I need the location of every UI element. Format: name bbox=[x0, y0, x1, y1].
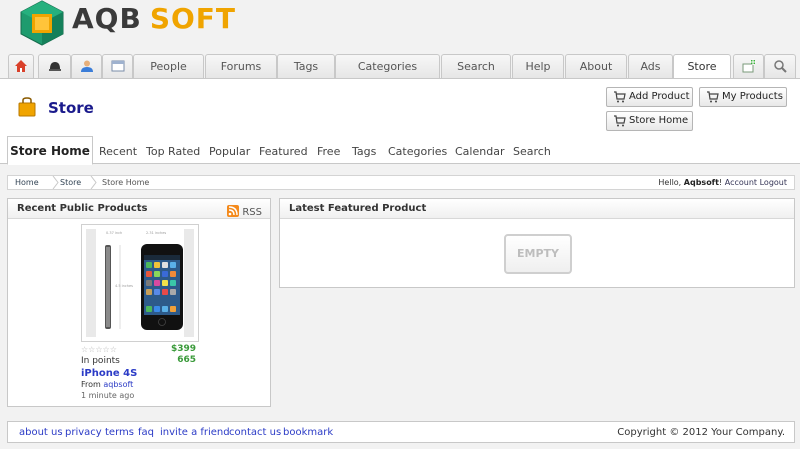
subtab-recent[interactable]: Recent bbox=[99, 145, 137, 158]
featured-product-title: Latest Featured Product bbox=[289, 203, 427, 214]
subtab-free[interactable]: Free bbox=[317, 145, 340, 158]
account-link[interactable]: Account bbox=[725, 178, 757, 187]
helmet-icon bbox=[48, 62, 61, 71]
my-products-button[interactable]: My Products bbox=[699, 87, 787, 107]
tab-ads[interactable]: Ads bbox=[628, 54, 673, 78]
window-icon bbox=[111, 60, 124, 72]
footer-link-about-us[interactable]: about us bbox=[19, 427, 63, 438]
cart-icon bbox=[707, 91, 719, 103]
cart-icon bbox=[614, 115, 626, 127]
chevron-right-icon bbox=[52, 176, 59, 189]
tab-search[interactable]: Search bbox=[441, 54, 511, 78]
hello-prefix: Hello, bbox=[658, 178, 682, 187]
copyright: Copyright © 2012 Your Company. bbox=[617, 427, 785, 438]
rss-link[interactable]: RSS bbox=[227, 203, 262, 223]
page-title: Store bbox=[48, 99, 94, 117]
subtab-calendar[interactable]: Calendar bbox=[455, 145, 504, 158]
tab-store[interactable]: Store bbox=[673, 54, 731, 79]
product-price: $399 bbox=[170, 344, 196, 354]
store-header-panel: Store Add Product My Products Store Home bbox=[0, 78, 800, 136]
product-author: From aqbsoft bbox=[81, 380, 133, 389]
recent-products-title: Recent Public Products bbox=[17, 203, 148, 214]
subtab-featured[interactable]: Featured bbox=[259, 145, 308, 158]
add-product-label: Add Product bbox=[629, 91, 690, 102]
star-icon: ☆ bbox=[109, 345, 117, 354]
site-header: AQB SOFT bbox=[0, 0, 800, 56]
footer-link-faq[interactable]: faq bbox=[138, 427, 154, 438]
product-rating[interactable]: ☆☆☆☆☆ bbox=[81, 345, 117, 354]
rss-label: RSS bbox=[242, 207, 262, 218]
store-bag-icon bbox=[18, 97, 36, 117]
tab-groups[interactable] bbox=[38, 54, 71, 78]
tab-people[interactable]: People bbox=[133, 54, 204, 78]
product-timestamp: 1 minute ago bbox=[81, 391, 135, 400]
product-image[interactable]: 0.37 inch 2.31 inches 4.5 inches bbox=[81, 224, 199, 342]
product-name-link[interactable]: iPhone 4S bbox=[81, 368, 137, 379]
logo-soft: SOFT bbox=[149, 2, 237, 35]
breadcrumb-home[interactable]: Home bbox=[15, 178, 39, 187]
breadcrumb: Home Store Store Home Hello, Aqbsoft! Ac… bbox=[7, 175, 795, 190]
empty-placeholder: EMPTY bbox=[504, 234, 572, 274]
subtab-categories[interactable]: Categories bbox=[388, 145, 447, 158]
user-icon bbox=[80, 60, 93, 72]
footer-link-invite[interactable]: invite a friend bbox=[160, 427, 230, 438]
featured-product-panel: Latest Featured Product EMPTY bbox=[279, 198, 795, 288]
subtab-search[interactable]: Search bbox=[513, 145, 551, 158]
svg-text:2.31 inches: 2.31 inches bbox=[146, 231, 166, 235]
star-icon: ☆ bbox=[102, 345, 110, 354]
tab-profile[interactable] bbox=[71, 54, 102, 78]
breadcrumb-current: Store Home bbox=[102, 178, 150, 187]
chevron-right-icon bbox=[90, 176, 97, 189]
tab-categories[interactable]: Categories bbox=[335, 54, 440, 78]
add-widget-icon bbox=[742, 59, 756, 73]
username: Aqbsoft bbox=[683, 178, 719, 187]
store-home-label: Store Home bbox=[629, 115, 689, 126]
cart-add-icon bbox=[614, 91, 626, 103]
logo-text[interactable]: AQB SOFT bbox=[72, 2, 236, 35]
tab-about[interactable]: About bbox=[565, 54, 627, 78]
tab-search-icon[interactable] bbox=[764, 54, 796, 78]
home-icon bbox=[15, 60, 27, 72]
recent-products-header: Recent Public Products RSS bbox=[8, 199, 270, 219]
breadcrumb-store[interactable]: Store bbox=[60, 178, 81, 187]
footer-link-privacy[interactable]: privacy bbox=[65, 427, 102, 438]
add-product-button[interactable]: Add Product bbox=[606, 87, 693, 107]
subtab-store-home[interactable]: Store Home bbox=[7, 136, 93, 165]
from-label: From bbox=[81, 380, 101, 389]
store-home-button[interactable]: Store Home bbox=[606, 111, 693, 131]
tab-help[interactable]: Help bbox=[512, 54, 564, 78]
logout-link[interactable]: Logout bbox=[760, 178, 787, 187]
store-sub-nav: Store Home Recent Top Rated Popular Feat… bbox=[0, 136, 800, 165]
my-products-label: My Products bbox=[722, 91, 783, 102]
user-greeting: Hello, Aqbsoft! Account Logout bbox=[658, 178, 787, 187]
in-points-label: In points bbox=[81, 356, 120, 366]
author-link[interactable]: aqbsoft bbox=[103, 380, 133, 389]
star-icon: ☆ bbox=[95, 345, 103, 354]
subtab-tags[interactable]: Tags bbox=[352, 145, 376, 158]
magnifier-icon bbox=[774, 60, 787, 73]
main-tab-bar: People Forums Tags Categories Search Hel… bbox=[0, 54, 800, 79]
footer-link-bookmark[interactable]: bookmark bbox=[283, 427, 333, 438]
iphone-product-photo: 0.37 inch 2.31 inches 4.5 inches bbox=[82, 225, 198, 341]
tab-home[interactable] bbox=[8, 54, 34, 78]
tab-forums[interactable]: Forums bbox=[205, 54, 277, 78]
product-points: 665 bbox=[177, 355, 196, 365]
footer-link-contact[interactable]: contact us bbox=[229, 427, 281, 438]
logo-cube-icon[interactable] bbox=[18, 0, 66, 46]
site-footer: about us privacy terms faq invite a frie… bbox=[7, 421, 795, 443]
footer-link-terms[interactable]: terms bbox=[105, 427, 134, 438]
svg-text:4.5 inches: 4.5 inches bbox=[115, 284, 133, 288]
subtab-popular[interactable]: Popular bbox=[209, 145, 250, 158]
tab-add-widget[interactable] bbox=[733, 54, 764, 78]
featured-product-header: Latest Featured Product bbox=[280, 199, 794, 219]
tab-tags[interactable]: Tags bbox=[277, 54, 335, 78]
tab-pages[interactable] bbox=[102, 54, 133, 78]
subtab-top-rated[interactable]: Top Rated bbox=[146, 145, 200, 158]
svg-text:0.37 inch: 0.37 inch bbox=[106, 231, 122, 235]
logo-aqb: AQB bbox=[72, 2, 142, 35]
recent-products-panel: Recent Public Products RSS 0.37 inch 2.3… bbox=[7, 198, 271, 407]
rss-icon bbox=[227, 205, 240, 217]
